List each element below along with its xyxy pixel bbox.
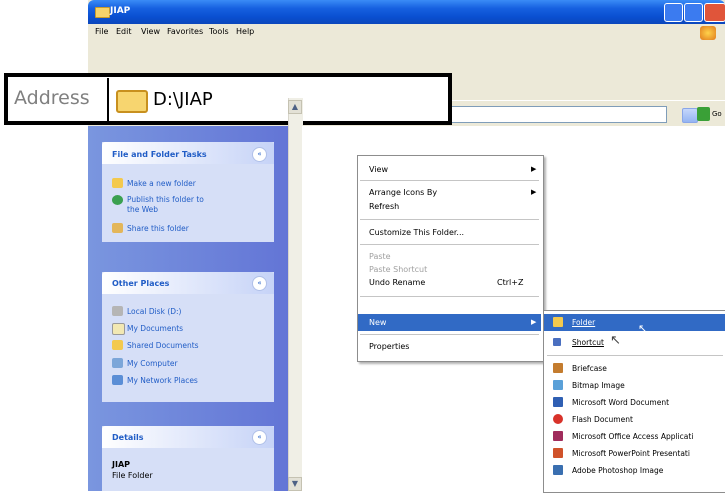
submenu-item-shortcut[interactable]: Shortcut [572,338,604,347]
submenu-arrow-icon: ▶ [531,165,537,173]
menu-separator [360,180,539,181]
share-folder-icon [112,223,123,233]
title-bar[interactable] [88,0,725,24]
minimize-button[interactable] [664,3,683,22]
window-title: JIAP [110,6,131,16]
mouse-cursor-icon: ↖ [610,333,621,348]
panel-title[interactable]: File and Folder Tasks [112,150,207,159]
submenu-item[interactable]: Briefcase [572,364,607,373]
task-share[interactable]: Share this folder [127,224,189,233]
panel-title[interactable]: Other Places [112,279,169,288]
menu-item-properties[interactable]: Properties [369,342,409,351]
mouse-cursor-icon: ↖ [638,322,648,335]
submenu-arrow-icon: ▶ [531,188,537,196]
folder-icon [553,317,563,327]
bitmap-icon [553,380,563,390]
go-button-label[interactable]: Go [712,110,722,118]
photoshop-icon [553,465,563,475]
place-my-network[interactable]: My Network Places [127,376,198,385]
submenu-item[interactable]: Microsoft PowerPoint Presentati [572,449,690,458]
undo-shortcut-label: Ctrl+Z [497,278,524,287]
computer-icon [112,358,123,368]
maximize-button[interactable] [684,3,703,22]
menu-item-refresh[interactable]: Refresh [369,202,399,211]
menu-file[interactable]: File [95,27,108,36]
menu-item-customize[interactable]: Customize This Folder... [369,228,464,237]
shared-folder-icon [112,340,123,350]
address-path[interactable]: D:\JIAP [153,89,213,110]
menu-item-paste: Paste [369,252,391,261]
details-type: File Folder [112,471,153,480]
place-my-documents[interactable]: My Documents [127,324,183,333]
place-shared-documents[interactable]: Shared Documents [127,341,199,350]
place-my-computer[interactable]: My Computer [127,359,178,368]
submenu-item-folder[interactable]: Folder [572,318,595,327]
task-publish-line2[interactable]: the Web [127,205,158,214]
submenu-item[interactable]: Microsoft Word Document [572,398,669,407]
submenu-item[interactable]: Flash Document [572,415,633,424]
menu-edit[interactable]: Edit [116,27,132,36]
submenu-item[interactable]: Adobe Photoshop Image [572,466,663,475]
submenu-item[interactable]: Bitmap Image [572,381,625,390]
place-local-disk[interactable]: Local Disk (D:) [127,307,181,316]
word-document-icon [553,397,563,407]
collapse-chevron-icon[interactable]: « [252,430,267,445]
task-make-folder[interactable]: Make a new folder [127,179,196,188]
shortcut-icon [553,338,561,346]
flash-icon [553,414,563,424]
access-icon [553,431,563,441]
scroll-down-icon[interactable]: ▼ [288,477,302,491]
menu-separator [547,355,723,356]
close-button[interactable] [704,3,725,22]
collapse-chevron-icon[interactable]: « [252,276,267,291]
collapse-chevron-icon[interactable]: « [252,147,267,162]
powerpoint-icon [553,448,563,458]
panel-title[interactable]: Details [112,433,144,442]
scroll-up-icon[interactable]: ▲ [288,100,302,114]
task-publish[interactable]: Publish this folder to [127,195,204,204]
address-label: Address [14,87,90,109]
menu-item-paste-shortcut: Paste Shortcut [369,265,428,274]
details-name: JIAP [112,460,131,469]
new-folder-icon [112,178,123,188]
menu-separator [360,334,539,335]
menu-item-new[interactable]: New [369,318,386,327]
submenu-item[interactable]: Microsoft Office Access Applicati [572,432,693,441]
disk-icon [112,306,123,316]
menu-item-arrange[interactable]: Arrange Icons By [369,188,437,197]
folder-icon [95,7,110,18]
submenu-arrow-icon: ▶ [531,318,537,326]
menu-view[interactable]: View [141,27,160,36]
menu-help[interactable]: Help [236,27,254,36]
menu-item-undo[interactable]: Undo Rename [369,278,425,287]
folder-icon [116,90,148,113]
network-icon [112,375,123,385]
menu-favorites[interactable]: Favorites [167,27,203,36]
menu-item-view[interactable]: View [369,165,388,174]
menu-separator [360,219,539,220]
windows-logo-icon [700,26,716,40]
go-arrow-icon[interactable] [697,107,710,121]
address-combo[interactable] [440,106,667,123]
task-pane-scrollbar[interactable] [288,98,303,491]
menu-tools[interactable]: Tools [209,27,229,36]
menu-separator [360,244,539,245]
menu-separator [360,296,539,297]
briefcase-icon [553,363,563,373]
documents-icon [112,323,125,335]
globe-icon [112,195,123,205]
address-dropdown-button[interactable] [682,108,698,123]
